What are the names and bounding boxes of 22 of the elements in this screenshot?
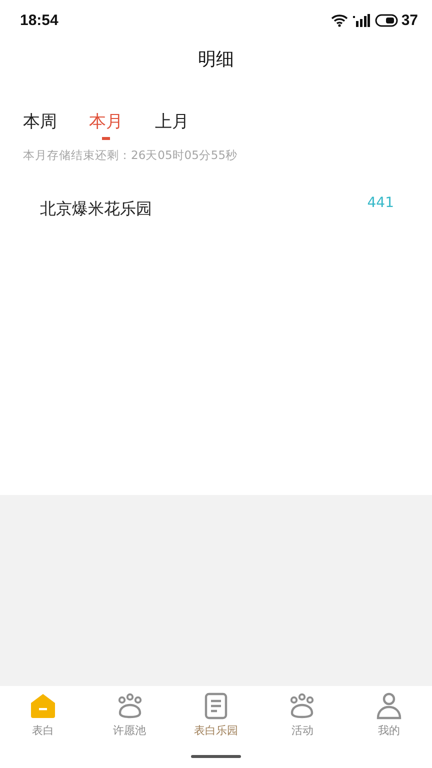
battery-level: 37 (401, 12, 418, 28)
signal-icon (353, 14, 370, 26)
paw-icon (116, 692, 144, 720)
wifi-icon (331, 14, 348, 26)
nav-tab[interactable]: 表白乐园 (172, 692, 260, 748)
nav-tab[interactable]: 活动 (259, 692, 346, 748)
page-title: 明细 (198, 48, 234, 71)
row-name: 北京爆米花乐园 (40, 199, 152, 220)
home-indicator (191, 754, 241, 758)
period-tab[interactable]: 上月 (155, 110, 189, 140)
nav-tab[interactable]: 许愿池 (86, 692, 173, 748)
period-tab[interactable]: 本月 (89, 110, 123, 140)
paw-icon (288, 692, 316, 720)
status-time: 18:54 (20, 12, 58, 28)
countdown-text: 本月存储结束还剩：26天05时05分55秒 (22, 147, 239, 163)
nav-tab[interactable]: 表白 (0, 692, 86, 748)
person-icon (374, 692, 403, 720)
period-tab[interactable]: 本周 (23, 110, 57, 140)
battery-icon (375, 14, 400, 26)
house-icon (29, 692, 58, 720)
row-value: 441 (367, 195, 394, 211)
nav-tab[interactable]: 我的 (346, 692, 432, 748)
